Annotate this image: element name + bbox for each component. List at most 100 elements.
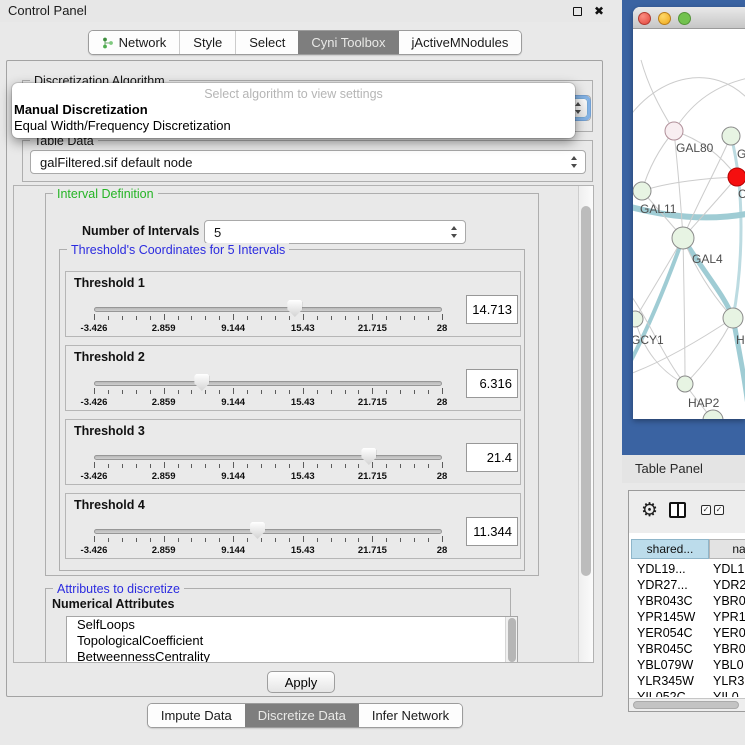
top-tabbar: NetworkStyleSelectCyni ToolboxjActiveMNo… (0, 30, 610, 55)
network-node-gcy1[interactable] (633, 311, 643, 327)
tick-mark (233, 462, 234, 468)
zoom-traffic-light-icon[interactable] (678, 12, 691, 25)
node-label-gcy1: GCY1 (633, 333, 664, 347)
node-label-gal11: GAL11 (640, 202, 677, 216)
network-node-gal4[interactable] (672, 227, 694, 249)
table-row[interactable]: YIL052CYIL0 (631, 689, 745, 697)
tab-cyni-toolbox[interactable]: Cyni Toolbox (298, 31, 398, 54)
gear-icon[interactable]: ⚙ (641, 499, 658, 521)
tick-mark (400, 464, 401, 468)
bottom-tab-impute-data[interactable]: Impute Data (148, 704, 245, 727)
tick-mark (108, 464, 109, 468)
network-node-c[interactable] (728, 168, 745, 186)
bottom-tab-discretize-data[interactable]: Discretize Data (245, 704, 359, 727)
thresholds-group: Threshold's Coordinates for 5 Intervals … (59, 249, 525, 571)
list-item-topologicalcoefficient[interactable]: TopologicalCoefficient (67, 633, 517, 649)
tick-mark (191, 390, 192, 394)
close-traffic-light-icon[interactable] (638, 12, 651, 25)
tick-mark (386, 538, 387, 542)
menu-item-equal-width-frequency-discretization[interactable]: Equal Width/Frequency Discretization (12, 118, 575, 134)
network-node-gal80[interactable] (665, 122, 683, 140)
tick-mark (136, 316, 137, 320)
tick-mark (428, 538, 429, 542)
settings-scrollpane: Interval Definition Number of Intervals … (13, 185, 594, 663)
slider-track[interactable] (94, 529, 442, 534)
tab-jactivemnodules[interactable]: jActiveMNodules (399, 31, 522, 54)
network-node-h[interactable] (723, 308, 743, 328)
threshold-value-field[interactable]: 14.713 (466, 295, 518, 324)
column-header-name[interactable]: na (709, 539, 745, 559)
node-label-h: H (736, 333, 745, 347)
bottom-tab-infer-network[interactable]: Infer Network (359, 704, 462, 727)
tick-mark (205, 464, 206, 468)
table-row[interactable]: YDR27...YDR2 (631, 577, 745, 593)
cell-name: YBR0 (709, 641, 745, 657)
scrollbar-thumb[interactable] (633, 701, 739, 709)
table-row[interactable]: YBR045CYBR0 (631, 641, 745, 657)
tab-style[interactable]: Style (179, 31, 235, 54)
horizontal-scrollbar[interactable] (629, 698, 745, 711)
bottom-tab-group: Impute DataDiscretize DataInfer Network (147, 703, 463, 728)
slider-track[interactable] (94, 455, 442, 460)
network-node-g[interactable] (722, 127, 740, 145)
tick-mark (247, 538, 248, 542)
table-row[interactable]: YDL19...YDL1 (631, 561, 745, 577)
table-data-combobox[interactable]: galFiltered.sif default node (30, 150, 586, 174)
tick-mark (428, 316, 429, 320)
table-panel-body: ⚙ ✓ ✓ shared... na YDL19...YDL1YDR27...Y… (622, 483, 745, 745)
numerical-attributes-list[interactable]: SelfLoopsTopologicalCoefficientBetweenne… (66, 616, 518, 663)
tick-mark (414, 538, 415, 542)
network-node-gal11[interactable] (633, 182, 651, 200)
cell-name: YIL0 (709, 689, 739, 697)
number-of-intervals-combobox[interactable]: 5 (204, 220, 466, 244)
menu-item-manual-discretization[interactable]: Manual Discretization (12, 102, 575, 118)
table-row[interactable]: YER054CYER0 (631, 625, 745, 641)
threshold-value-field[interactable]: 11.344 (466, 517, 518, 546)
table-row[interactable]: YBR043CYBR0 (631, 593, 745, 609)
cell-name: YBL0 (709, 657, 744, 673)
tick-mark (442, 388, 443, 394)
network-window-titlebar[interactable] (633, 7, 745, 29)
tick-mark (178, 538, 179, 542)
list-item-betweennesscentrality[interactable]: BetweennessCentrality (67, 649, 517, 663)
thresholds-group-title: Threshold's Coordinates for 5 Intervals (67, 243, 289, 257)
tick-mark (136, 464, 137, 468)
slider-thumb[interactable] (361, 448, 376, 465)
table-row[interactable]: YLR345WYLR3 (631, 673, 745, 689)
slider-thumb[interactable] (287, 300, 302, 317)
column-header-shared-name[interactable]: shared... (631, 539, 709, 559)
tick-mark (414, 464, 415, 468)
list-item-selfloops[interactable]: SelfLoops (67, 617, 517, 633)
columns-icon[interactable] (669, 502, 686, 518)
threshold-label: Threshold 3 (74, 424, 145, 438)
network-canvas[interactable]: GAL80GCGAL11GAL4GCY1HHAP2 (633, 30, 745, 419)
tick-mark (122, 538, 123, 542)
list-scrollbar[interactable] (505, 617, 517, 663)
slider-track[interactable] (94, 381, 442, 386)
slider-thumb[interactable] (194, 374, 209, 391)
tab-select[interactable]: Select (235, 31, 298, 54)
threshold-value-field[interactable]: 21.4 (466, 443, 518, 472)
slider-thumb[interactable] (250, 522, 265, 539)
tab-network[interactable]: Network (89, 31, 180, 54)
tick-mark (191, 538, 192, 542)
table-panel-titlebar: Table Panel (622, 455, 745, 483)
top-tab-group: NetworkStyleSelectCyni ToolboxjActiveMNo… (88, 30, 523, 55)
close-icon[interactable]: ✖ (594, 3, 604, 19)
tick-mark (150, 464, 151, 468)
apply-button[interactable]: Apply (267, 671, 335, 693)
network-node-hap2[interactable] (677, 376, 693, 392)
checkbox-icon[interactable]: ✓ (701, 505, 711, 515)
scrollbar-thumb[interactable] (581, 206, 591, 576)
float-window-icon[interactable] (573, 7, 582, 16)
checkbox-icon[interactable]: ✓ (714, 505, 724, 515)
tick-mark (94, 388, 95, 394)
minimize-traffic-light-icon[interactable] (658, 12, 671, 25)
threshold-value-field[interactable]: 6.316 (466, 369, 518, 398)
tick-mark (219, 390, 220, 394)
slider-track[interactable] (94, 307, 442, 312)
table-row[interactable]: YPR145WYPR1 (631, 609, 745, 625)
table-row[interactable]: YBL079WYBL0 (631, 657, 745, 673)
vertical-scrollbar[interactable] (578, 186, 593, 662)
tick-label: 2.859 (142, 397, 186, 408)
